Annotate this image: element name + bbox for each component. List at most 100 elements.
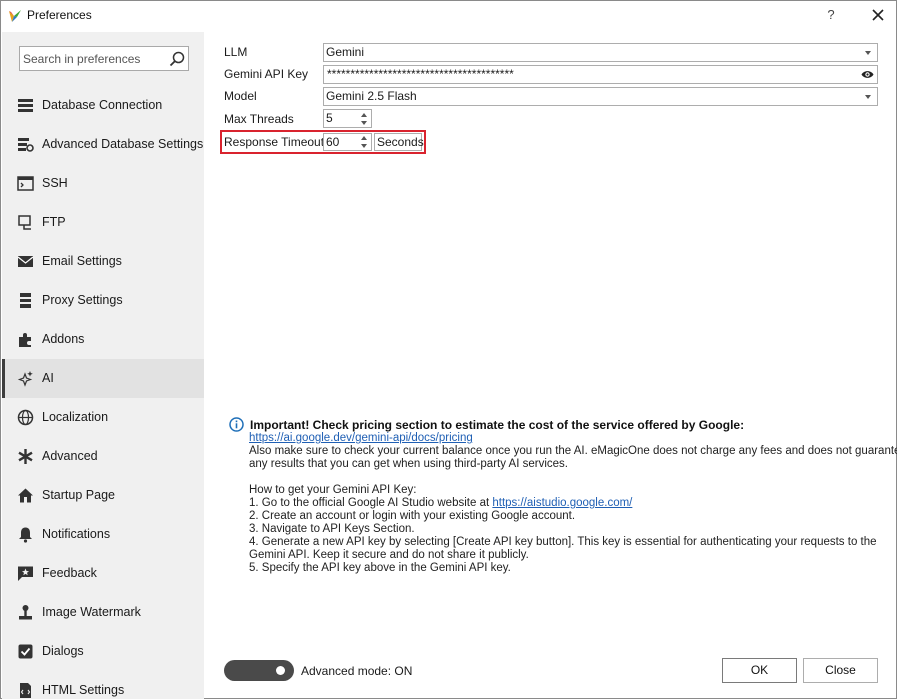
llm-select[interactable]: Gemini bbox=[323, 43, 878, 62]
timeout-unit-label: Seconds bbox=[374, 133, 424, 151]
pricing-link[interactable]: https://ai.google.dev/gemini-api/docs/pr… bbox=[249, 432, 473, 444]
response-timeout-stepper[interactable]: 60 bbox=[323, 133, 372, 151]
preferences-window: Preferences ? Database Connection bbox=[0, 0, 897, 699]
puzzle-icon bbox=[19, 333, 31, 347]
api-key-field[interactable]: **************************************** bbox=[323, 65, 878, 84]
watermark-icon bbox=[19, 605, 32, 620]
eye-icon[interactable] bbox=[861, 69, 874, 80]
title-bar: Preferences ? bbox=[1, 1, 896, 31]
chevron-down-icon bbox=[865, 51, 871, 55]
database-settings-icon bbox=[18, 138, 34, 152]
max-threads-label: Max Threads bbox=[224, 112, 294, 126]
info-icon bbox=[229, 417, 244, 432]
model-value: Gemini 2.5 Flash bbox=[326, 89, 417, 103]
howto-step-2: 2. Create an account or login with your … bbox=[249, 510, 576, 522]
search-icon[interactable] bbox=[168, 50, 186, 68]
envelope-icon bbox=[17, 256, 34, 267]
api-key-value: **************************************** bbox=[327, 67, 514, 81]
api-key-label: Gemini API Key bbox=[224, 67, 309, 81]
close-button[interactable]: Close bbox=[803, 658, 878, 683]
sidebar-item-advanced[interactable]: Advanced bbox=[2, 437, 204, 476]
close-icon[interactable] bbox=[869, 5, 887, 25]
spin-down-icon[interactable] bbox=[361, 121, 367, 125]
sidebar-item-label: Addons bbox=[42, 332, 85, 346]
sidebar-nav: Database Connection Advanced Database Se… bbox=[2, 86, 204, 699]
search-input[interactable] bbox=[23, 50, 165, 67]
sidebar-item-proxy-settings[interactable]: Proxy Settings bbox=[2, 281, 204, 320]
howto-title: How to get your Gemini API Key: bbox=[249, 484, 417, 496]
feedback-icon bbox=[18, 566, 33, 581]
help-button[interactable]: ? bbox=[824, 7, 838, 22]
sidebar-item-label: Notifications bbox=[42, 527, 111, 541]
spin-down-icon[interactable] bbox=[361, 144, 367, 148]
sidebar-item-label: FTP bbox=[42, 215, 66, 229]
max-threads-value: 5 bbox=[326, 111, 333, 125]
toggle-knob bbox=[276, 666, 285, 675]
sidebar-item-database-connection[interactable]: Database Connection bbox=[2, 86, 204, 125]
sidebar-item-label: Email Settings bbox=[42, 254, 122, 268]
sidebar-item-addons[interactable]: Addons bbox=[2, 320, 204, 359]
info-heading: Important! Check pricing section to esti… bbox=[250, 418, 745, 432]
howto-step-1-text: 1. Go to the official Google AI Studio w… bbox=[249, 497, 493, 509]
sidebar: Database Connection Advanced Database Se… bbox=[2, 32, 204, 699]
sidebar-item-ssh[interactable]: SSH bbox=[2, 164, 204, 203]
sidebar-item-label: AI bbox=[42, 371, 54, 385]
sidebar-item-label: Advanced Database Settings bbox=[42, 137, 204, 151]
sidebar-item-label: Advanced bbox=[42, 449, 98, 463]
sparkles-icon bbox=[17, 371, 33, 387]
sidebar-item-label: Database Connection bbox=[42, 98, 163, 112]
sidebar-item-html-settings[interactable]: HTML Settings bbox=[2, 671, 204, 699]
ok-button[interactable]: OK bbox=[722, 658, 797, 683]
asterisk-icon bbox=[18, 449, 33, 464]
response-timeout-value: 60 bbox=[326, 135, 340, 149]
sidebar-item-label: SSH bbox=[42, 176, 68, 190]
llm-value: Gemini bbox=[326, 45, 365, 59]
sidebar-item-label: Feedback bbox=[42, 566, 97, 580]
bell-icon bbox=[19, 527, 32, 543]
sidebar-item-startup-page[interactable]: Startup Page bbox=[2, 476, 204, 515]
spin-up-icon[interactable] bbox=[361, 136, 367, 140]
howto-step-5: 5. Specify the API key above in the Gemi… bbox=[249, 562, 511, 574]
howto-step-1: 1. Go to the official Google AI Studio w… bbox=[249, 497, 632, 509]
sidebar-item-email-settings[interactable]: Email Settings bbox=[2, 242, 204, 281]
response-timeout-label: Response Timeout bbox=[224, 135, 325, 149]
model-select[interactable]: Gemini 2.5 Flash bbox=[323, 87, 878, 106]
sidebar-item-label: Startup Page bbox=[42, 488, 115, 502]
chevron-down-icon bbox=[865, 95, 871, 99]
app-logo-icon bbox=[9, 10, 21, 22]
sidebar-item-label: Localization bbox=[42, 410, 109, 424]
sidebar-item-image-watermark[interactable]: Image Watermark bbox=[2, 593, 204, 632]
sidebar-item-label: Dialogs bbox=[42, 644, 84, 658]
sidebar-item-label: Proxy Settings bbox=[42, 293, 123, 307]
sidebar-item-feedback[interactable]: Feedback bbox=[2, 554, 204, 593]
llm-label: LLM bbox=[224, 45, 248, 59]
sidebar-item-label: Image Watermark bbox=[42, 605, 141, 619]
howto-step-4a: 4. Generate a new API key by selecting [… bbox=[249, 536, 877, 548]
aistudio-link[interactable]: https://aistudio.google.com/ bbox=[492, 497, 632, 509]
search-field[interactable] bbox=[19, 46, 189, 71]
sidebar-item-ai[interactable]: AI bbox=[2, 359, 204, 398]
ftp-icon bbox=[18, 215, 31, 230]
sidebar-item-ftp[interactable]: FTP bbox=[2, 203, 204, 242]
sidebar-item-label: HTML Settings bbox=[42, 683, 125, 697]
database-icon bbox=[18, 99, 33, 112]
info-text-line-2: any results that you can get when using … bbox=[249, 458, 568, 470]
max-threads-stepper[interactable]: 5 bbox=[323, 109, 372, 128]
globe-icon bbox=[17, 409, 34, 426]
proxy-icon bbox=[20, 293, 31, 308]
sidebar-item-dialogs[interactable]: Dialogs bbox=[2, 632, 204, 671]
advanced-mode-toggle[interactable] bbox=[224, 660, 294, 681]
advanced-mode-label: Advanced mode: ON bbox=[301, 664, 413, 678]
howto-step-3: 3. Navigate to API Keys Section. bbox=[249, 523, 415, 535]
sidebar-item-notifications[interactable]: Notifications bbox=[2, 515, 204, 554]
home-icon bbox=[18, 488, 33, 503]
sidebar-item-localization[interactable]: Localization bbox=[2, 398, 204, 437]
html-icon bbox=[20, 683, 31, 698]
spin-up-icon[interactable] bbox=[361, 113, 367, 117]
model-label: Model bbox=[224, 89, 257, 103]
checkbox-icon bbox=[18, 644, 33, 659]
sidebar-item-advanced-database-settings[interactable]: Advanced Database Settings bbox=[2, 125, 204, 164]
terminal-icon bbox=[17, 176, 34, 191]
window-title: Preferences bbox=[27, 8, 92, 22]
howto-step-4b: Gemini API. Keep it secure and do not sh… bbox=[249, 549, 529, 561]
